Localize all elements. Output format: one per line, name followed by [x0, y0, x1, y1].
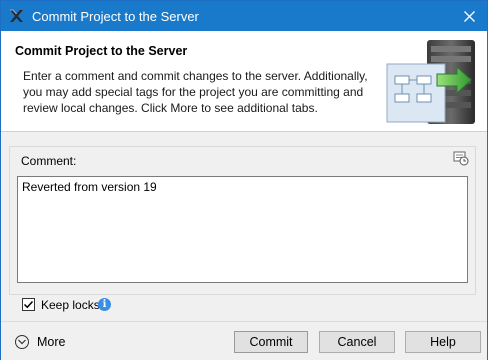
- header-description: Enter a comment and commit changes to th…: [23, 69, 368, 115]
- keep-locks-checkbox[interactable]: [22, 298, 35, 311]
- app-icon: [10, 9, 23, 22]
- cancel-button[interactable]: Cancel: [319, 331, 395, 353]
- info-icon[interactable]: i: [98, 298, 111, 311]
- header-title: Commit Project to the Server: [15, 44, 188, 58]
- commit-dialog: Commit Project to the Server Commit Proj…: [0, 0, 488, 360]
- chevron-down-icon: [15, 335, 29, 349]
- comment-textarea[interactable]: Reverted from version 19: [17, 176, 468, 283]
- server-illustration-icon: [386, 40, 475, 124]
- commit-button[interactable]: Commit: [234, 331, 308, 353]
- title-bar[interactable]: Commit Project to the Server: [1, 1, 487, 31]
- history-icon: [453, 151, 469, 166]
- window-title: Commit Project to the Server: [32, 9, 199, 24]
- more-label: More: [37, 335, 66, 349]
- help-button[interactable]: Help: [405, 331, 481, 353]
- dialog-body: Comment: Reverted from version 19 Keep l…: [1, 132, 487, 321]
- comment-label: Comment:: [21, 154, 77, 168]
- close-icon: [464, 11, 475, 22]
- checkmark-icon: [23, 300, 34, 309]
- keep-locks-label[interactable]: Keep locks: [41, 298, 100, 312]
- close-button[interactable]: [451, 1, 487, 31]
- dialog-footer: More Commit Cancel Help: [1, 321, 487, 360]
- dialog-header: Commit Project to the Server Enter a com…: [1, 31, 487, 132]
- comment-history-button[interactable]: [453, 150, 471, 168]
